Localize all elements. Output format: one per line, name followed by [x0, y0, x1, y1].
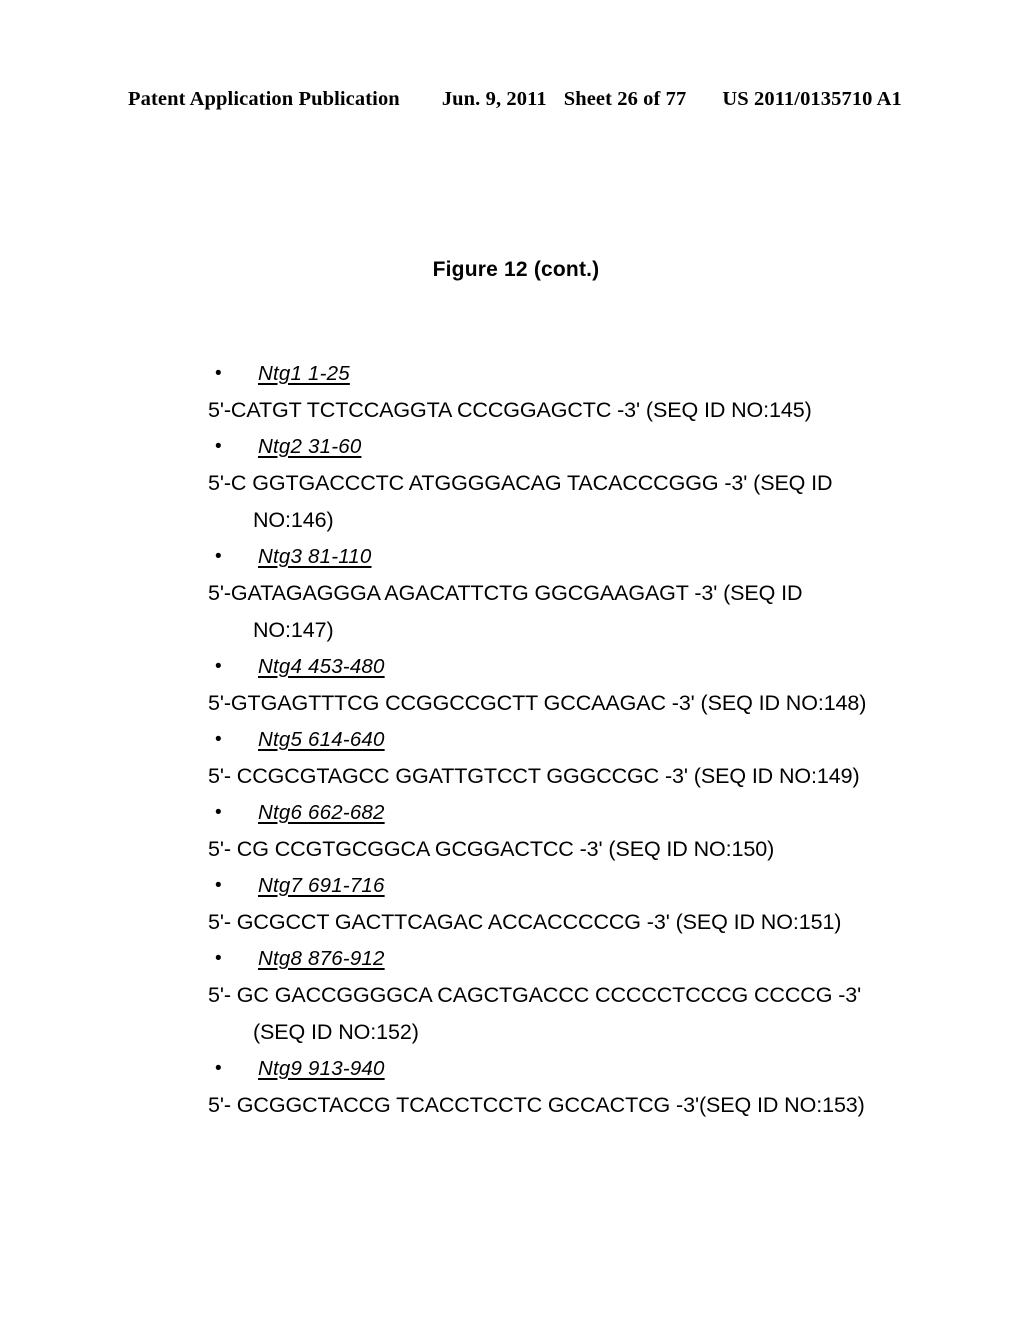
sequence-name: Ntg3 81-110: [258, 545, 372, 568]
sequence-text: 5'-GTGAGTTTCG CCGGCCGCTT GCCAAGAC -3' (S…: [208, 691, 867, 715]
sequence-name: Ntg7 691-716: [258, 874, 385, 897]
sequence-list: • Ntg1 1-25 5'-CATGT TCTCCAGGTA CCCGGAGC…: [0, 356, 1024, 1124]
sequence-text: 5'- CG CCGTGCGGCA GCGGACTCC -3' (SEQ ID …: [208, 837, 775, 861]
sheet-number: Sheet 26 of 77: [563, 88, 687, 110]
bullet-icon: •: [215, 802, 222, 823]
publication-date: Jun. 9, 2011: [441, 88, 547, 110]
bullet-icon: •: [215, 436, 222, 457]
sequence-text: 5'- CCGCGTAGCC GGATTGTCCT GGGCCGC -3' (S…: [208, 764, 860, 788]
sequence-text: 5'-GATAGAGGGA AGACATTCTG GGCGAAGAGT -3' …: [208, 581, 803, 642]
sequence-entry: • Ntg2 31-60 5'-C GGTGACCCTC ATGGGGACAG …: [0, 429, 1024, 539]
sequence-name: Ntg8 876-912: [258, 947, 385, 970]
sequence-entry: • Ntg4 453-480 5'-GTGAGTTTCG CCGGCCGCTT …: [0, 649, 1024, 722]
sequence-name: Ntg2 31-60: [258, 435, 362, 458]
bullet-icon: •: [215, 729, 222, 750]
sequence-text: 5'- GCGGCTACCG TCACCTCCTC GCCACTCG -3'(S…: [208, 1093, 865, 1117]
sequence-entry: • Ntg5 614-640 5'- CCGCGTAGCC GGATTGTCCT…: [0, 722, 1024, 795]
sequence-name-row: • Ntg6 662-682: [0, 795, 1024, 831]
sequence-name-row: • Ntg9 913-940: [0, 1051, 1024, 1087]
sequence-name: Ntg1 1-25: [258, 362, 350, 385]
sequence-name: Ntg9 913-940: [258, 1057, 385, 1080]
figure-title: Figure 12 (cont.): [0, 258, 1024, 282]
sequence-text: 5'-CATGT TCTCCAGGTA CCCGGAGCTC -3' (SEQ …: [208, 398, 812, 422]
sequence-name-row: • Ntg7 691-716: [0, 868, 1024, 904]
sequence-name-row: • Ntg3 81-110: [0, 539, 1024, 575]
bullet-icon: •: [215, 363, 222, 384]
sequence-name-row: • Ntg1 1-25: [0, 356, 1024, 392]
publication-label: Patent Application Publication: [128, 88, 400, 110]
sequence-text: 5'- GC GACCGGGGCA CAGCTGACCC CCCCCTCCCG …: [208, 983, 862, 1044]
figure-title-text: Figure 12 (cont.): [432, 258, 600, 281]
sequence-name: Ntg5 614-640: [258, 728, 385, 751]
sequence-name-row: • Ntg5 614-640: [0, 722, 1024, 758]
sequence-name: Ntg4 453-480: [258, 655, 385, 678]
sequence-name-row: • Ntg2 31-60: [0, 429, 1024, 465]
sequence-text: 5'-C GGTGACCCTC ATGGGGACAG TACACCCGGG -3…: [208, 471, 833, 532]
bullet-icon: •: [215, 1058, 222, 1079]
sequence-entry: • Ntg3 81-110 5'-GATAGAGGGA AGACATTCTG G…: [0, 539, 1024, 649]
bullet-icon: •: [215, 875, 222, 896]
sequence-name: Ntg6 662-682: [258, 801, 385, 824]
sequence-entry: • Ntg9 913-940 5'- GCGGCTACCG TCACCTCCTC…: [0, 1051, 1024, 1124]
bullet-icon: •: [215, 546, 222, 567]
sequence-text: 5'- GCGCCT GACTTCAGAC ACCACCCCCG -3' (SE…: [208, 910, 842, 934]
sequence-name-row: • Ntg4 453-480: [0, 649, 1024, 685]
sequence-entry: • Ntg7 691-716 5'- GCGCCT GACTTCAGAC ACC…: [0, 868, 1024, 941]
bullet-icon: •: [215, 656, 222, 677]
sequence-entry: • Ntg8 876-912 5'- GC GACCGGGGCA CAGCTGA…: [0, 941, 1024, 1051]
page-running-header: Patent Application Publication Jun. 9, 2…: [128, 88, 902, 111]
sequence-entry: • Ntg1 1-25 5'-CATGT TCTCCAGGTA CCCGGAGC…: [0, 356, 1024, 429]
sequence-entry: • Ntg6 662-682 5'- CG CCGTGCGGCA GCGGACT…: [0, 795, 1024, 868]
sequence-name-row: • Ntg8 876-912: [0, 941, 1024, 977]
document-number: US 2011/0135710 A1: [722, 88, 902, 110]
bullet-icon: •: [215, 948, 222, 969]
